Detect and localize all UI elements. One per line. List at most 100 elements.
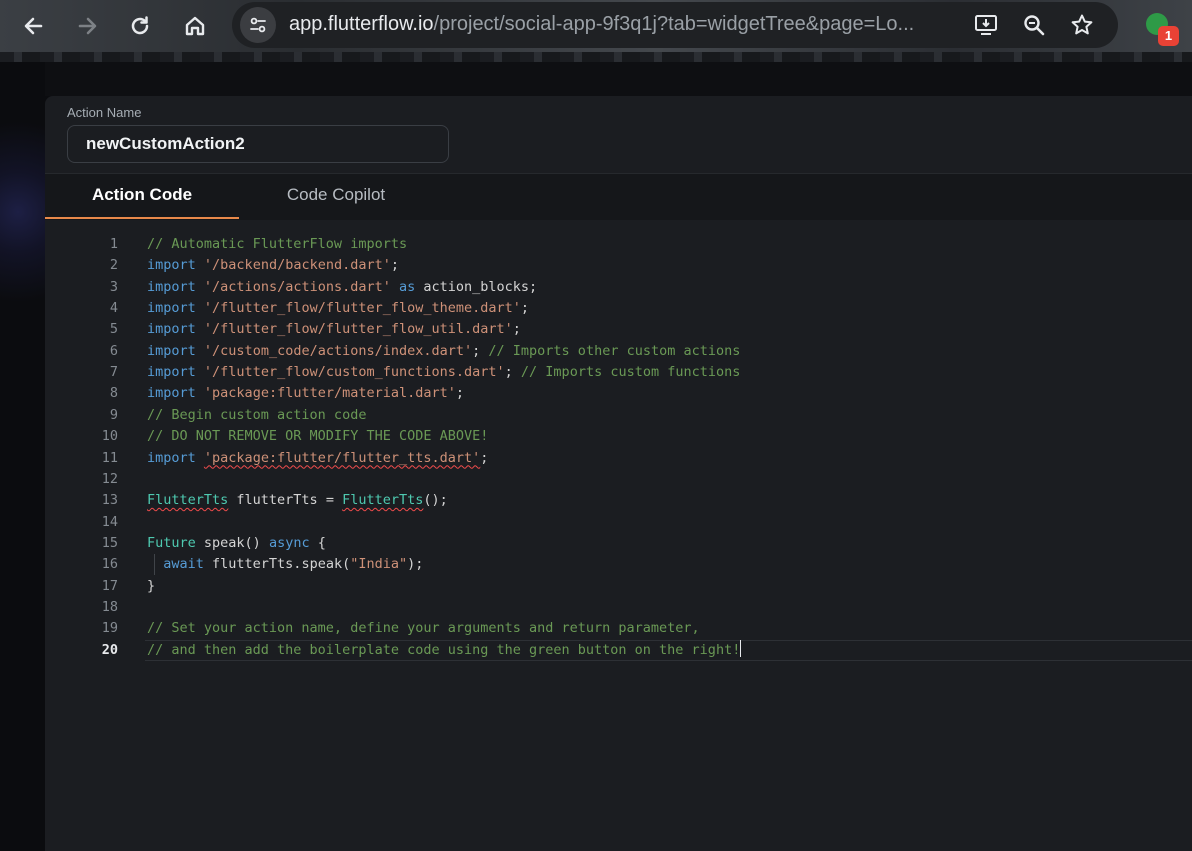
code-token: // Begin custom action code xyxy=(147,406,367,423)
line-number: 11 xyxy=(101,449,118,466)
header-background xyxy=(45,62,1192,96)
code-text: import '/flutter_flow/flutter_flow_theme… xyxy=(147,298,529,319)
code-token: action_blocks; xyxy=(415,278,538,295)
code-token: '/backend/backend.dart' xyxy=(203,257,391,274)
error-token: FlutterTts xyxy=(342,492,424,509)
code-token: import xyxy=(147,342,196,359)
extension-badge: 1 xyxy=(1158,26,1179,46)
code-line[interactable]: 12 xyxy=(45,469,1192,490)
line-number: 14 xyxy=(101,513,118,530)
code-line[interactable]: 5 import '/flutter_flow/flutter_flow_util… xyxy=(45,319,1192,340)
code-token: Future xyxy=(147,534,196,551)
forward-arrow-icon[interactable] xyxy=(70,8,106,44)
line-number: 12 xyxy=(101,470,118,487)
tab-action-code[interactable]: Action Code xyxy=(45,174,239,219)
url-text[interactable]: app.flutterflow.io/project/social-app-9f… xyxy=(289,13,969,36)
code-token: 'package:flutter/material.dart' xyxy=(203,385,456,402)
code-line[interactable]: 20 // and then add the boilerplate code u… xyxy=(45,639,1192,661)
line-number: 20 xyxy=(101,641,118,658)
code-text: import '/backend/backend.dart'; xyxy=(147,255,399,276)
url-host: app.flutterflow.io xyxy=(289,13,434,35)
code-token: // and then add the boilerplate code usi… xyxy=(147,641,741,658)
code-token: ; xyxy=(472,342,489,359)
code-text: import 'package:flutter/flutter_tts.dart… xyxy=(147,448,488,469)
code-line[interactable]: 11 import 'package:flutter/flutter_tts.da… xyxy=(45,448,1192,469)
line-number: 2 xyxy=(109,257,118,274)
line-number: 4 xyxy=(109,300,118,317)
code-text: // DO NOT REMOVE OR MODIFY THE CODE ABOV… xyxy=(147,426,488,447)
code-token: flutterTts.speak( xyxy=(203,556,351,573)
code-line[interactable]: 7 import '/flutter_flow/custom_functions.… xyxy=(45,362,1192,383)
bookmarks-strip xyxy=(0,52,1192,62)
line-number: 18 xyxy=(101,598,118,615)
code-line[interactable]: 18 xyxy=(45,597,1192,618)
line-number: 7 xyxy=(109,364,118,381)
code-line[interactable]: 15 Future speak() async { xyxy=(45,533,1192,554)
code-token: '/custom_code/actions/index.dart' xyxy=(203,342,473,359)
code-line[interactable]: 9 // Begin custom action code xyxy=(45,405,1192,426)
line-number: 8 xyxy=(109,385,118,402)
code-token: '/flutter_flow/flutter_flow_theme.dart' xyxy=(203,300,521,317)
reload-icon[interactable] xyxy=(122,8,158,44)
code-text: await flutterTts.speak("India"); xyxy=(147,554,423,575)
code-token: '/actions/actions.dart' xyxy=(203,278,391,295)
code-token: ); xyxy=(407,556,424,573)
line-number: 13 xyxy=(101,492,118,509)
code-token: ; xyxy=(512,321,521,338)
code-line[interactable]: 14 xyxy=(45,512,1192,533)
url-path: /project/social-app-9f3q1j?tab=widgetTre… xyxy=(433,13,915,35)
code-token: import xyxy=(147,300,196,317)
code-token: ; xyxy=(480,449,489,466)
tab-code-copilot[interactable]: Code Copilot xyxy=(239,174,433,219)
action-name-input[interactable]: newCustomAction2 xyxy=(67,125,449,163)
code-text: Future speak() async { xyxy=(147,533,326,554)
code-token: { xyxy=(309,534,326,551)
code-token: await xyxy=(163,556,204,573)
line-number: 15 xyxy=(101,534,118,551)
bookmark-star-icon[interactable] xyxy=(1068,11,1096,39)
code-text: import '/custom_code/actions/index.dart'… xyxy=(147,341,740,362)
zoom-icon[interactable] xyxy=(1020,11,1048,39)
error-token: 'package:flutter/flutter_tts.dart' xyxy=(203,449,481,466)
code-token: // Imports custom functions xyxy=(520,364,741,381)
code-line[interactable]: 3 import '/actions/actions.dart' as actio… xyxy=(45,277,1192,298)
install-app-icon[interactable] xyxy=(972,11,1000,39)
code-token: '/flutter_flow/flutter_flow_util.dart' xyxy=(203,321,513,338)
code-line[interactable]: 16 await flutterTts.speak("India"); xyxy=(45,554,1192,576)
code-token: flutterTts = xyxy=(228,492,343,509)
site-info-icon[interactable] xyxy=(240,7,276,43)
code-line[interactable]: 19 // Set your action name, define your a… xyxy=(45,618,1192,639)
code-token: "India" xyxy=(350,556,408,573)
editor-tabs: Action Code Code Copilot xyxy=(45,173,1192,221)
code-line[interactable]: 13 FlutterTts flutterTts = FlutterTts(); xyxy=(45,490,1192,511)
address-bar[interactable]: app.flutterflow.io/project/social-app-9f… xyxy=(232,2,1118,48)
line-number: 16 xyxy=(101,556,118,573)
code-line[interactable]: 8 import 'package:flutter/material.dart'; xyxy=(45,383,1192,404)
code-text: import '/actions/actions.dart' as action… xyxy=(147,277,537,298)
code-text: // and then add the boilerplate code usi… xyxy=(147,639,742,661)
code-text: import '/flutter_flow/flutter_flow_util.… xyxy=(147,319,521,340)
code-line[interactable]: 10 // DO NOT REMOVE OR MODIFY THE CODE AB… xyxy=(45,426,1192,447)
code-token: import xyxy=(147,385,196,402)
code-line[interactable]: 17} xyxy=(45,576,1192,597)
code-text: // Begin custom action code xyxy=(147,405,366,426)
back-arrow-icon[interactable] xyxy=(15,8,51,44)
line-number: 1 xyxy=(109,236,118,252)
code-line[interactable]: 2 import '/backend/backend.dart'; xyxy=(45,255,1192,276)
code-line[interactable]: 6 import '/custom_code/actions/index.dart… xyxy=(45,341,1192,362)
code-token: ; xyxy=(520,300,530,317)
line-number: 9 xyxy=(109,406,118,423)
home-icon[interactable] xyxy=(177,8,213,44)
code-token: ; xyxy=(390,257,399,274)
code-token: // DO NOT REMOVE OR MODIFY THE CODE ABOV… xyxy=(147,428,489,445)
code-line[interactable]: 4 import '/flutter_flow/flutter_flow_them… xyxy=(45,298,1192,319)
code-line[interactable]: 1 // Automatic FlutterFlow imports xyxy=(45,234,1192,255)
code-editor[interactable]: 1 // Automatic FlutterFlow imports 2 import… xyxy=(45,220,1192,851)
